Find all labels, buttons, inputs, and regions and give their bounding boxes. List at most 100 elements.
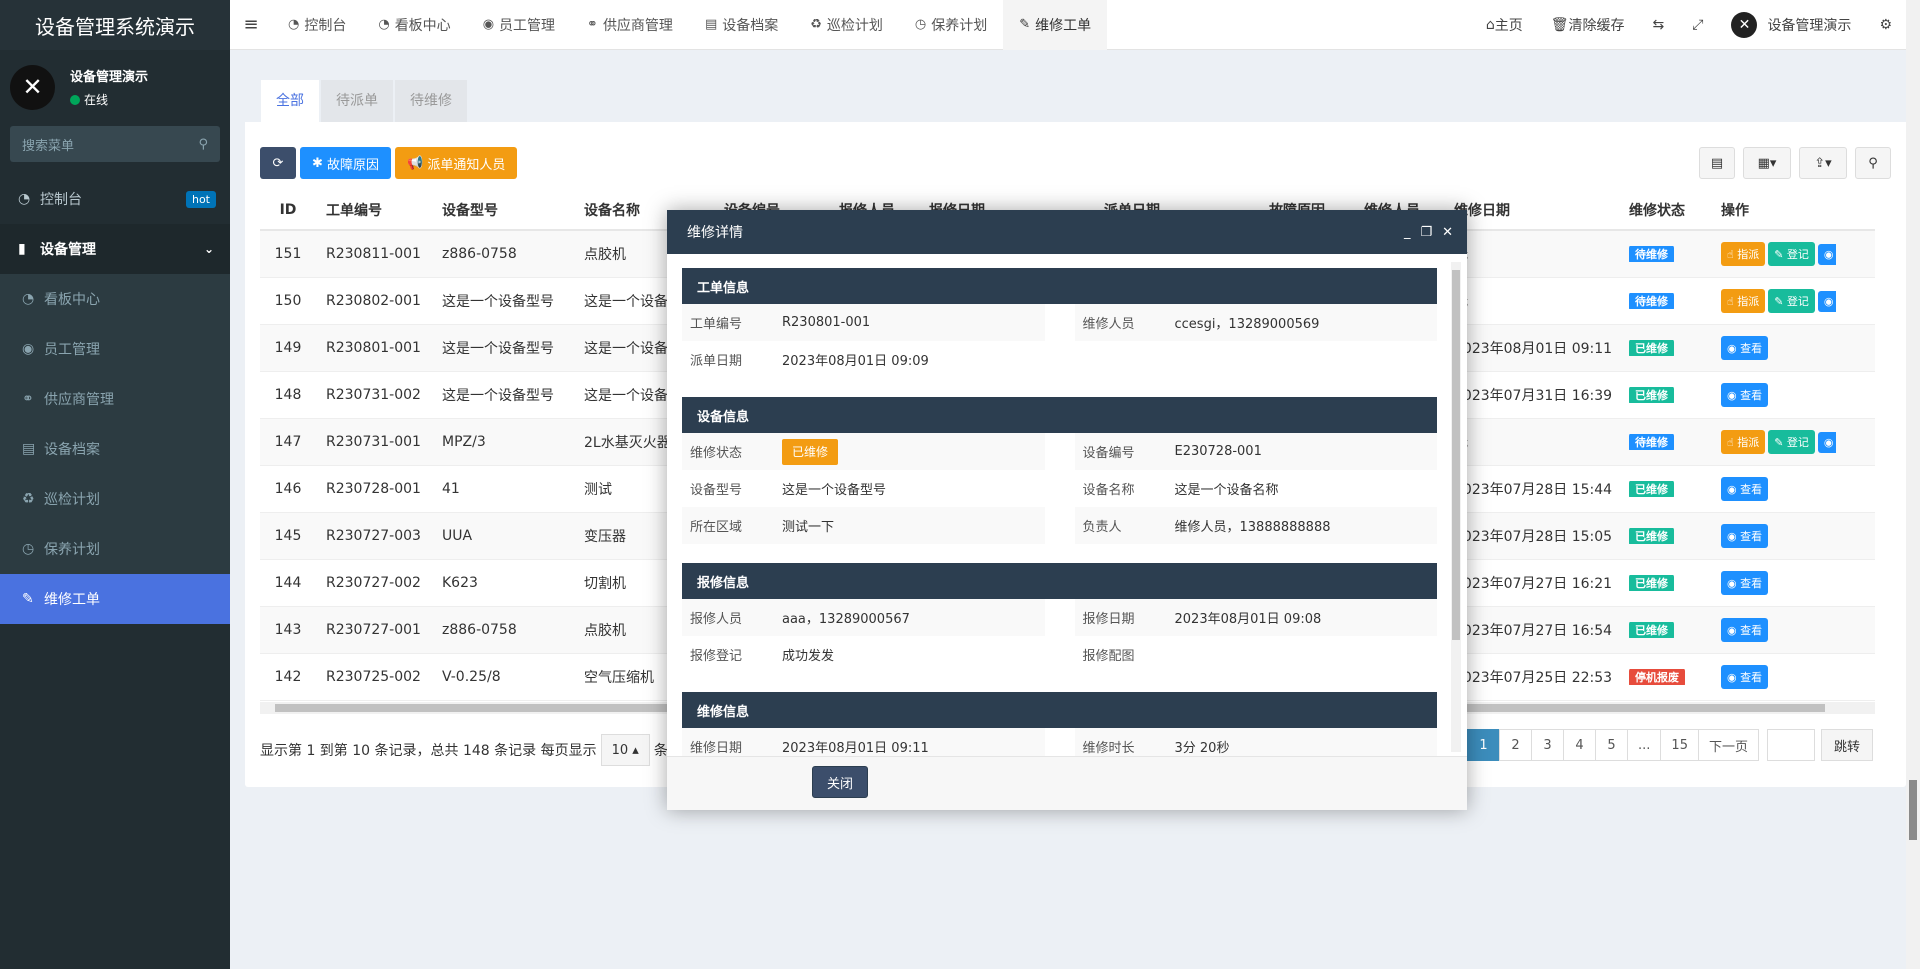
register-button[interactable]: ✎ 登记 xyxy=(1768,289,1815,313)
tab-supplier[interactable]: ⚭ 供应商管理 xyxy=(571,0,689,50)
status-badge: 已维修 xyxy=(1629,575,1674,591)
menu-toggle-icon[interactable]: ≡ xyxy=(230,14,272,35)
view-button[interactable]: ◉ 查看 xyxy=(1721,524,1769,548)
pagination: 1 2 3 4 5 ... 15 下一页 跳转 xyxy=(1467,729,1873,761)
columns-icon[interactable]: ▦▾ xyxy=(1743,147,1791,179)
register-button[interactable]: ✎ 登记 xyxy=(1768,242,1815,266)
maximize-icon[interactable]: ❐ xyxy=(1420,225,1432,240)
order-no-value: R230801-001 xyxy=(782,315,871,330)
col-order-no[interactable]: 工单编号 xyxy=(316,200,432,220)
subtab-pending-repair[interactable]: 待维修 xyxy=(395,80,467,122)
row-repair-date: 无 xyxy=(1444,244,1619,264)
field-label: 工单编号 xyxy=(690,317,743,332)
subtab-all[interactable]: 全部 xyxy=(261,80,319,122)
tab-board[interactable]: ◔ 看板中心 xyxy=(362,0,466,50)
scroll-thumb[interactable] xyxy=(1909,780,1917,840)
sidebar-item-staff[interactable]: ◉ 员工管理 xyxy=(0,324,230,374)
row-id: 146 xyxy=(274,481,302,497)
tab-dashboard[interactable]: ◔ 控制台 xyxy=(272,0,362,50)
list-view-icon[interactable]: ▤ xyxy=(1699,147,1735,179)
page-4[interactable]: 4 xyxy=(1563,729,1597,761)
refresh-icon: ⟳ xyxy=(272,155,284,171)
page-3[interactable]: 3 xyxy=(1531,729,1565,761)
search-icon[interactable]: ⚲ xyxy=(198,137,208,152)
scroll-thumb[interactable] xyxy=(1452,270,1460,640)
clock-icon: ◷ xyxy=(914,17,927,32)
refresh-button[interactable]: ⟳ xyxy=(260,147,296,179)
tab-staff[interactable]: ◉ 员工管理 xyxy=(467,0,571,50)
fault-reason-button[interactable]: ✱ 故障原因 xyxy=(300,147,392,179)
view-button[interactable]: ◉ 查看 xyxy=(1721,336,1769,360)
next-page-button[interactable]: 下一页 xyxy=(1697,729,1759,761)
page-jump-button[interactable]: 跳转 xyxy=(1820,729,1873,761)
sidebar-item-dashboard[interactable]: ◔ 控制台 hot xyxy=(0,174,230,224)
tab-maintenance[interactable]: ◷ 保养计划 xyxy=(899,0,1003,50)
sidebar-item-device-mgmt[interactable]: ▮ 设备管理 ⌄ xyxy=(0,224,230,274)
row-actions: ◉ 查看 xyxy=(1711,571,1836,595)
eye-icon[interactable]: ◉ xyxy=(1817,291,1836,312)
status-badge: 已维修 xyxy=(1629,481,1674,497)
brand-title[interactable]: 设备管理系统演示 xyxy=(0,0,230,50)
row-status-cell: 已维修 xyxy=(1619,622,1711,638)
status-tabs: 全部 待派单 待维修 xyxy=(245,72,1906,122)
row-model: 这是一个设备型号 xyxy=(442,294,554,310)
sidebar-item-supplier[interactable]: ⚭ 供应商管理 xyxy=(0,374,230,424)
page-size-select[interactable]: 10 ▴ xyxy=(600,734,650,766)
col-model[interactable]: 设备型号 xyxy=(432,200,574,220)
tab-inspection[interactable]: ♻ 巡检计划 xyxy=(794,0,899,50)
sidebar-item-inspection[interactable]: ♻ 巡检计划 xyxy=(0,474,230,524)
modal-scrollbar[interactable] xyxy=(1451,262,1461,752)
modal-header[interactable]: 维修详情 _ ❐ ✕ xyxy=(667,210,1467,254)
eye-icon[interactable]: ◉ xyxy=(1817,432,1836,453)
modal-close-button[interactable]: 关闭 xyxy=(812,766,869,798)
eye-icon: ◉ xyxy=(1727,389,1741,402)
tab-repair-orders[interactable]: ✎ 维修工单 xyxy=(1003,0,1108,50)
area-value: 测试一下 xyxy=(782,520,835,535)
page-2[interactable]: 2 xyxy=(1499,729,1533,761)
assign-button[interactable]: ☝ 指派 xyxy=(1721,430,1766,454)
sidebar-item-archive[interactable]: ▤ 设备档案 xyxy=(0,424,230,474)
sidebar-item-maintenance[interactable]: ◷ 保养计划 xyxy=(0,524,230,574)
view-button[interactable]: ◉ 查看 xyxy=(1721,665,1769,689)
view-button[interactable]: ◉ 查看 xyxy=(1721,383,1769,407)
col-repair-date[interactable]: 维修日期 xyxy=(1444,200,1619,220)
eye-icon: ◉ xyxy=(1727,342,1741,355)
assign-button[interactable]: ☝ 指派 xyxy=(1721,289,1766,313)
book-icon: ▮ xyxy=(18,241,26,257)
export-icon[interactable]: ⇪▾ xyxy=(1799,147,1847,179)
account-menu[interactable]: ✕ 设备管理演示 xyxy=(1717,11,1865,38)
close-icon[interactable]: ✕ xyxy=(1442,225,1453,240)
search-icon[interactable]: ⚲ xyxy=(1855,147,1891,179)
page-15[interactable]: 15 xyxy=(1660,729,1699,761)
view-button[interactable]: ◉ 查看 xyxy=(1721,571,1769,595)
notify-staff-button[interactable]: 📢 派单通知人员 xyxy=(395,147,518,179)
page-vertical-scrollbar[interactable] xyxy=(1906,0,1920,969)
col-status[interactable]: 维修状态 xyxy=(1619,200,1711,220)
page-5[interactable]: 5 xyxy=(1595,729,1629,761)
fullscreen-icon[interactable]: ⤢ xyxy=(1678,17,1717,33)
row-status-cell: 已维修 xyxy=(1619,387,1711,403)
sidebar-item-repair-orders[interactable]: ✎ 维修工单 xyxy=(0,574,230,624)
register-button[interactable]: ✎ 登记 xyxy=(1768,430,1815,454)
user-icon: ◉ xyxy=(482,17,495,32)
device-code-value: E230728-001 xyxy=(1174,444,1262,459)
row-status-cell: 已维修 xyxy=(1619,575,1711,591)
translate-icon[interactable]: ⇆ xyxy=(1639,17,1679,33)
assign-button[interactable]: ☝ 指派 xyxy=(1721,242,1766,266)
section-title: 维修信息 xyxy=(682,692,1437,728)
page-jump-input[interactable] xyxy=(1766,729,1815,761)
minimize-icon[interactable]: _ xyxy=(1404,225,1411,240)
status-badge: 待维修 xyxy=(1629,246,1674,262)
eye-icon[interactable]: ◉ xyxy=(1817,244,1836,265)
subtab-pending-dispatch[interactable]: 待派单 xyxy=(321,80,393,122)
view-button[interactable]: ◉ 查看 xyxy=(1721,618,1769,642)
col-id[interactable]: ID xyxy=(260,202,316,218)
view-button[interactable]: ◉ 查看 xyxy=(1721,477,1769,501)
sidebar-item-board[interactable]: ◔ 看板中心 xyxy=(0,274,230,324)
page-1[interactable]: 1 xyxy=(1467,729,1501,761)
menu-search-input[interactable]: 搜索菜单 ⚲ xyxy=(10,126,220,162)
tab-archive[interactable]: ▤ 设备档案 xyxy=(689,0,794,50)
home-link[interactable]: ⌂ 主页 xyxy=(1472,15,1537,35)
clear-cache-button[interactable]: 🗑 清除缓存 xyxy=(1537,15,1639,35)
settings-gear-icon[interactable]: ⚙ xyxy=(1865,17,1906,33)
